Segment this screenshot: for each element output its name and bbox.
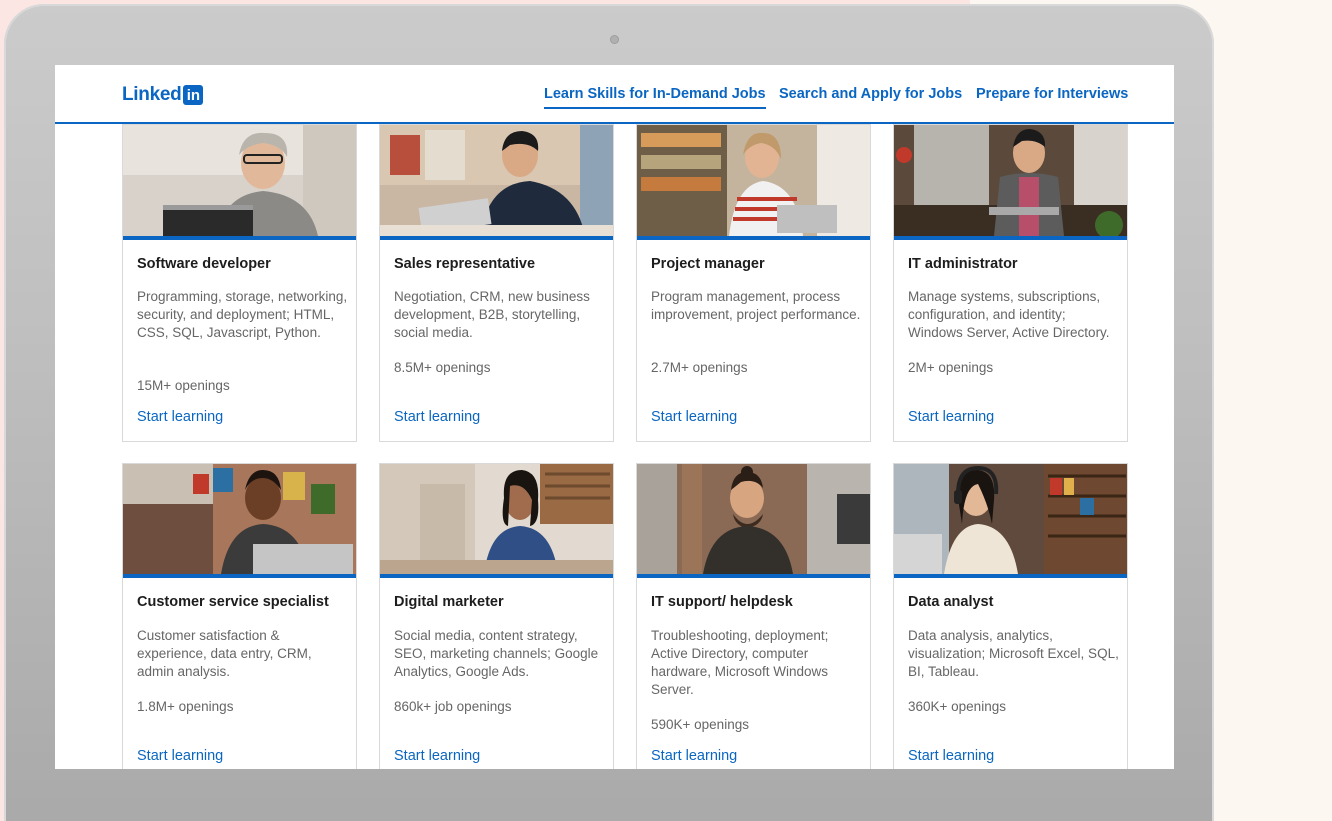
job-card[interactable]: IT administrator Manage systems, subscri… <box>893 124 1128 442</box>
woman-with-headphones-laptop-photo <box>894 464 1127 578</box>
woman-with-glasses-laptop-photo <box>123 125 356 240</box>
nav-learn-skills[interactable]: Learn Skills for In-Demand Jobs <box>544 86 766 109</box>
start-learning-link[interactable]: Start learning <box>651 409 737 425</box>
start-learning-link[interactable]: Start learning <box>908 409 994 425</box>
card-title: Sales representative <box>394 256 536 272</box>
smiling-woman-laptop-photo <box>123 464 356 578</box>
camera-icon <box>610 35 619 44</box>
card-description: Program management, process improvement,… <box>651 289 861 322</box>
card-openings: 360K+ openings <box>908 699 1006 714</box>
card-title: IT support/ helpdesk <box>651 594 793 610</box>
card-title: IT administrator <box>908 256 1018 272</box>
card-description: Social media, content strategy, SEO, mar… <box>394 628 599 679</box>
card-openings: 2.7M+ openings <box>651 360 748 375</box>
linkedin-logo[interactable]: Linked in <box>122 84 204 106</box>
laptop-screen: Linked in Learn Skills for In-Demand Job… <box>55 65 1174 769</box>
job-card[interactable]: Digital marketer Social media, content s… <box>379 463 614 769</box>
card-description: Negotiation, CRM, new business developme… <box>394 289 590 340</box>
card-title: Software developer <box>137 256 271 272</box>
card-openings: 590K+ openings <box>651 717 749 732</box>
card-description: Customer satisfaction & experience, data… <box>137 628 312 679</box>
card-openings: 2M+ openings <box>908 360 994 375</box>
card-description: Manage systems, subscriptions, configura… <box>908 289 1110 340</box>
logo-badge-icon: in <box>183 85 204 105</box>
start-learning-link[interactable]: Start learning <box>137 409 223 425</box>
card-title: Project manager <box>651 256 765 272</box>
bearded-man-computer-photo <box>637 464 870 578</box>
card-openings: 15M+ openings <box>137 378 230 393</box>
woman-at-desk-photo <box>380 464 613 578</box>
job-card[interactable]: Software developer Programming, storage,… <box>122 124 357 442</box>
woman-in-shop-laptop-photo <box>637 125 870 240</box>
card-title: Customer service specialist <box>137 594 329 610</box>
man-standing-laptop-photo <box>894 125 1127 240</box>
man-on-phone-laptop-photo <box>380 125 613 240</box>
site-header: Linked in Learn Skills for In-Demand Job… <box>55 65 1174 124</box>
card-openings: 8.5M+ openings <box>394 360 491 375</box>
job-card[interactable]: Sales representative Negotiation, CRM, n… <box>379 124 614 442</box>
card-description: Data analysis, analytics, visualization;… <box>908 628 1119 679</box>
logo-wordmark: Linked <box>122 84 182 105</box>
card-openings: 1.8M+ openings <box>137 699 234 714</box>
job-card[interactable]: Project manager Program management, proc… <box>636 124 871 442</box>
card-title: Data analyst <box>908 594 994 610</box>
card-description: Programming, storage, networking, securi… <box>137 289 348 340</box>
start-learning-link[interactable]: Start learning <box>394 748 480 764</box>
start-learning-link[interactable]: Start learning <box>908 748 994 764</box>
start-learning-link[interactable]: Start learning <box>651 748 737 764</box>
start-learning-link[interactable]: Start learning <box>394 409 480 425</box>
nav-search-jobs[interactable]: Search and Apply for Jobs <box>779 86 962 102</box>
job-card[interactable]: Data analyst Data analysis, analytics, v… <box>893 463 1128 769</box>
card-description: Troubleshooting, deployment; Active Dire… <box>651 628 829 697</box>
card-openings: 860k+ job openings <box>394 699 512 714</box>
nav-prepare-interviews[interactable]: Prepare for Interviews <box>976 86 1128 102</box>
card-title: Digital marketer <box>394 594 504 610</box>
job-card[interactable]: Customer service specialist Customer sat… <box>122 463 357 769</box>
job-card[interactable]: IT support/ helpdesk Troubleshooting, de… <box>636 463 871 769</box>
start-learning-link[interactable]: Start learning <box>137 748 223 764</box>
